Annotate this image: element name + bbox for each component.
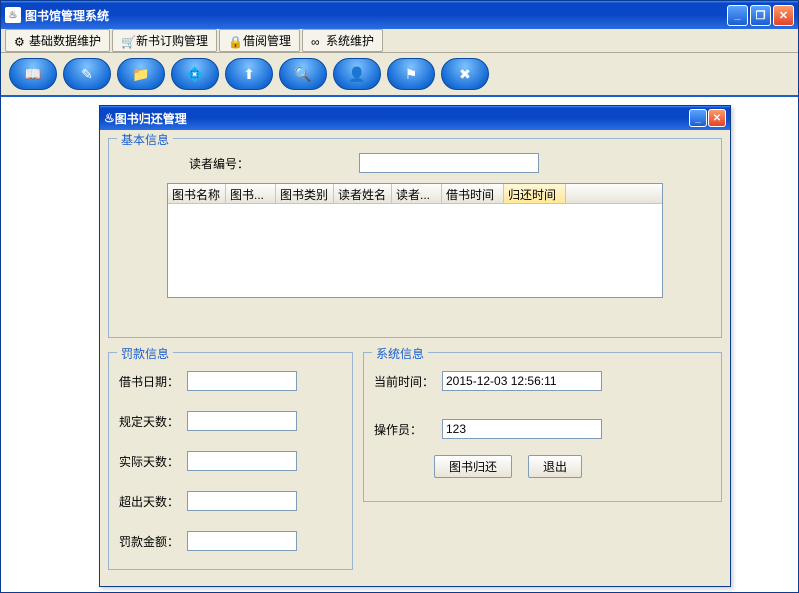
- menu-icon: 🛒: [121, 35, 133, 47]
- menu-item-3[interactable]: ∞系统维护: [302, 29, 383, 52]
- current-time-label: 当前时间：: [374, 373, 442, 390]
- current-time-field: [442, 371, 602, 391]
- penalty-label: 超出天数：: [119, 493, 187, 510]
- toolbar-button-3[interactable]: 💠: [171, 58, 219, 90]
- menu-label: 借阅管理: [243, 32, 291, 49]
- toolbar-button-7[interactable]: ⚑: [387, 58, 435, 90]
- desktop-area: ♨ 图书归还管理 _ ✕ 基本信息 读者编号： 图书名称图书...图书类别读者姓…: [1, 97, 798, 592]
- menu-icon: ⚙: [14, 35, 26, 47]
- penalty-group: 罚款信息 借书日期：规定天数：实际天数：超出天数：罚款金额：: [108, 352, 353, 570]
- close-button[interactable]: ✕: [773, 5, 794, 26]
- penalty-field-0[interactable]: [187, 371, 297, 391]
- menu-icon: ∞: [311, 35, 323, 47]
- menu-item-2[interactable]: 🔒借阅管理: [219, 29, 300, 52]
- menu-icon: 🔒: [228, 35, 240, 47]
- toolbar: 📖✎📁💠⬆🔍👤⚑✖: [1, 53, 798, 97]
- penalty-label: 罚款金额：: [119, 533, 187, 550]
- column-header[interactable]: 图书类别: [276, 184, 334, 203]
- toolbar-button-6[interactable]: 👤: [333, 58, 381, 90]
- java-icon: ♨: [104, 111, 115, 125]
- java-icon: ♨: [5, 7, 21, 23]
- penalty-legend: 罚款信息: [117, 345, 173, 362]
- column-header[interactable]: 借书时间: [442, 184, 504, 203]
- toolbar-button-5[interactable]: 🔍: [279, 58, 327, 90]
- penalty-field-1[interactable]: [187, 411, 297, 431]
- toolbar-button-1[interactable]: ✎: [63, 58, 111, 90]
- return-book-button[interactable]: 图书归还: [434, 455, 512, 478]
- maximize-button[interactable]: ❐: [750, 5, 771, 26]
- penalty-label: 借书日期：: [119, 373, 187, 390]
- menu-item-1[interactable]: 🛒新书订购管理: [112, 29, 217, 52]
- toolbar-button-2[interactable]: 📁: [117, 58, 165, 90]
- main-window: ♨ 图书馆管理系统 _ ❐ ✕ ⚙基础数据维护🛒新书订购管理🔒借阅管理∞系统维护…: [0, 0, 799, 593]
- penalty-field-3[interactable]: [187, 491, 297, 511]
- menu-label: 新书订购管理: [136, 32, 208, 49]
- penalty-field-2[interactable]: [187, 451, 297, 471]
- toolbar-button-0[interactable]: 📖: [9, 58, 57, 90]
- basic-info-group: 基本信息 读者编号： 图书名称图书...图书类别读者姓名读者...借书时间归还时…: [108, 138, 722, 338]
- column-header[interactable]: 读者...: [392, 184, 442, 203]
- minimize-button[interactable]: _: [727, 5, 748, 26]
- operator-field: [442, 419, 602, 439]
- penalty-field-4[interactable]: [187, 531, 297, 551]
- reader-id-input[interactable]: [359, 153, 539, 173]
- column-header[interactable]: 归还时间: [504, 184, 566, 203]
- operator-label: 操作员：: [374, 421, 442, 438]
- penalty-label: 规定天数：: [119, 413, 187, 430]
- penalty-label: 实际天数：: [119, 453, 187, 470]
- toolbar-button-8[interactable]: ✖: [441, 58, 489, 90]
- system-group: 系统信息 当前时间： 操作员： 图书归还 退出: [363, 352, 722, 502]
- return-titlebar[interactable]: ♨ 图书归还管理 _ ✕: [100, 106, 730, 130]
- toolbar-button-4[interactable]: ⬆: [225, 58, 273, 90]
- inner-minimize-button[interactable]: _: [689, 109, 707, 127]
- column-header[interactable]: 读者姓名: [334, 184, 392, 203]
- return-window: ♨ 图书归还管理 _ ✕ 基本信息 读者编号： 图书名称图书...图书类别读者姓…: [99, 105, 731, 587]
- menubar: ⚙基础数据维护🛒新书订购管理🔒借阅管理∞系统维护: [1, 29, 798, 53]
- menu-label: 基础数据维护: [29, 32, 101, 49]
- basic-info-legend: 基本信息: [117, 131, 173, 148]
- column-header[interactable]: 图书名称: [168, 184, 226, 203]
- system-legend: 系统信息: [372, 345, 428, 362]
- borrow-table[interactable]: 图书名称图书...图书类别读者姓名读者...借书时间归还时间: [167, 183, 663, 298]
- column-header[interactable]: 图书...: [226, 184, 276, 203]
- inner-close-button[interactable]: ✕: [708, 109, 726, 127]
- menu-label: 系统维护: [326, 32, 374, 49]
- exit-button[interactable]: 退出: [528, 455, 582, 478]
- return-title: 图书归还管理: [115, 110, 187, 127]
- menu-item-0[interactable]: ⚙基础数据维护: [5, 29, 110, 52]
- main-title: 图书馆管理系统: [25, 7, 109, 24]
- main-titlebar[interactable]: ♨ 图书馆管理系统 _ ❐ ✕: [1, 1, 798, 29]
- reader-id-label: 读者编号：: [189, 155, 249, 172]
